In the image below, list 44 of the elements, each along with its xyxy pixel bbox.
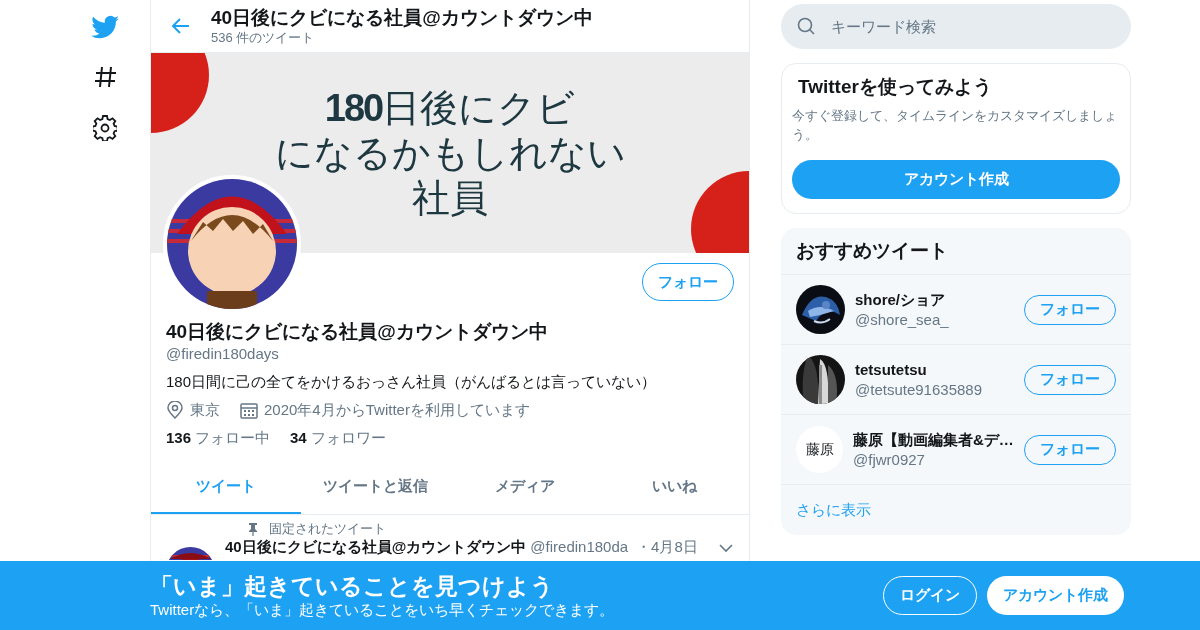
user-name: tetsutetsu	[855, 359, 928, 380]
banner-text: 180日後にクビ	[324, 85, 576, 131]
profile-tab[interactable]: ツイート	[151, 460, 301, 514]
location-pin-icon	[166, 401, 184, 419]
tweet-count: 536 件のツイート	[211, 30, 316, 46]
create-account-button[interactable]: アカウント作成	[792, 160, 1120, 199]
profile-location: 東京	[190, 400, 220, 420]
user-handle: @fjwr0927	[853, 449, 926, 470]
back-arrow-icon[interactable]	[171, 17, 191, 35]
settings-icon[interactable]	[93, 115, 117, 141]
profile-tab[interactable]: いいね	[599, 460, 749, 514]
user-name: 藤原【動画編集者&デ…	[853, 429, 1014, 450]
pinned-label: 固定されたツイート	[269, 521, 386, 537]
panel-title: おすすめツイート	[781, 228, 1131, 275]
follow-count-link[interactable]: 136 フォロー中	[166, 428, 271, 448]
search-field[interactable]: キーワード検索	[781, 4, 1131, 49]
tweet-handle: @firedin180da	[530, 538, 629, 556]
banner-subtitle: Twitterなら、「いま」起きていることをいち早くチェックできます。	[150, 599, 616, 620]
profile-title: 40日後にクビになる社員@カウントダウン中	[211, 6, 593, 30]
card-title: Twitterを使ってみよう	[797, 75, 993, 99]
show-more-link[interactable]: さらに表示	[781, 485, 1131, 535]
user-handle: @shore_sea_	[855, 309, 950, 330]
follow-button[interactable]: フォロー	[642, 263, 734, 301]
banner-text: になるかもしれない	[274, 130, 626, 176]
pin-icon	[247, 522, 259, 536]
user-handle: @tetsute91635889	[855, 379, 983, 400]
profile-bio: 180日間に己の全てをかけるおっさん社員（がんばるとは言っていない）	[166, 372, 658, 392]
tweet-date: ・4月8日	[636, 538, 698, 556]
banner-text: 社員	[412, 175, 488, 221]
card-text: 今すぐ登録して、タイムラインをカスタマイズしましょう。	[792, 107, 1118, 144]
user-name: shore/ショア	[855, 289, 946, 310]
search-icon	[797, 17, 815, 35]
tweet-author: 40日後にクビになる社員@カウントダウン中	[225, 538, 527, 556]
hashtag-icon[interactable]	[93, 65, 117, 89]
profile-tab[interactable]: ツイートと返信	[300, 460, 450, 514]
profile-name: 40日後にクビになる社員@カウントダウン中	[166, 320, 549, 344]
calendar-icon	[240, 401, 258, 419]
banner-title: 「いま」起きていることを見つけよう	[150, 571, 555, 600]
join-date: 2020年4月からTwitterを利用しています	[264, 400, 530, 420]
follow-count-link[interactable]: 34 フォロワー	[290, 428, 386, 448]
profile-handle: @firedin180days	[166, 344, 280, 364]
create-account-button[interactable]: アカウント作成	[987, 576, 1124, 615]
avatar-text: 藤原	[796, 426, 843, 473]
profile-tab[interactable]: メディア	[450, 460, 600, 514]
